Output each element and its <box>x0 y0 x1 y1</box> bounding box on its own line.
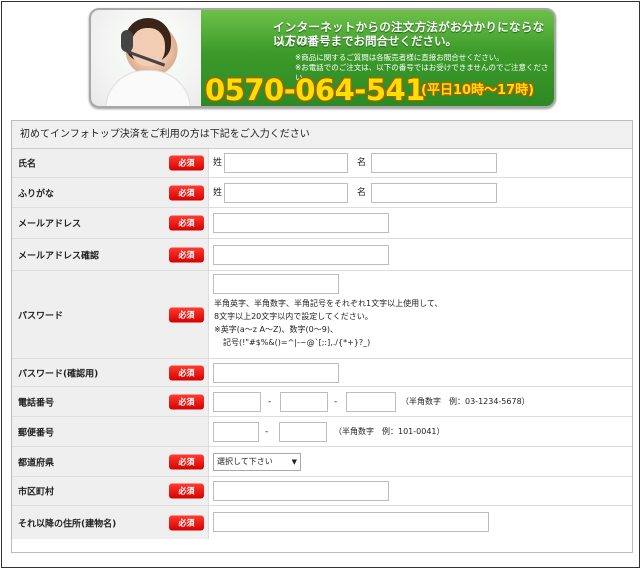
phone-hint: （半角数字 例：03-1234-5678） <box>401 397 530 406</box>
row-city: 市区町村 必須 <box>12 477 632 506</box>
row-phone: 電話番号 必須 - - （半角数字 例：03-1234-5678） <box>12 387 632 417</box>
kana-label: ふりがな <box>18 189 55 199</box>
phone-label: 電話番号 <box>18 398 55 408</box>
phone-separator-2: - <box>334 397 338 407</box>
support-phone-number: 0570-064-541 <box>205 73 425 107</box>
first-name-input[interactable] <box>371 153 497 173</box>
password-help-1: 半角英字、半角数字、半角記号をそれぞれ1文字以上使用して、 <box>214 299 443 308</box>
support-banner: インターネットからの注文方法がお分かりにならない方は、 以下の番号までお問合せく… <box>89 8 556 108</box>
row-kana: ふりがな 必須 姓 名 <box>12 178 632 208</box>
last-kana-caption: 姓 <box>213 188 223 198</box>
required-badge: 必須 <box>169 215 204 231</box>
zip-hint: （半角数字 例：101-0041） <box>334 427 445 436</box>
password-help-2: 8文字以上20文字以内で設定してください。 <box>214 312 373 321</box>
required-badge: 必須 <box>169 515 204 530</box>
required-badge: 必須 <box>169 155 204 171</box>
zip-separator: - <box>265 427 269 437</box>
last-name-caption: 姓 <box>213 158 223 168</box>
required-badge: 必須 <box>169 483 204 499</box>
prefecture-selected-value: 選択して下さい <box>217 457 273 466</box>
name-label: 氏名 <box>18 159 37 170</box>
required-badge: 必須 <box>169 394 204 409</box>
first-kana-input[interactable] <box>371 183 497 203</box>
row-email: メールアドレス 必須 <box>12 208 632 239</box>
page-frame: インターネットからの注文方法がお分かりにならない方は、 以下の番号までお問合せく… <box>1 1 640 568</box>
email-confirm-input[interactable] <box>213 245 389 265</box>
password-confirm-input[interactable] <box>213 363 339 383</box>
city-label: 市区町村 <box>18 487 55 498</box>
email-confirm-label: メールアドレス確認 <box>18 251 100 261</box>
email-label: メールアドレス <box>18 219 82 230</box>
city-input[interactable] <box>213 481 389 501</box>
phone-part-1-input[interactable] <box>213 392 261 412</box>
row-email-confirm: メールアドレス確認 必須 <box>12 239 632 271</box>
last-kana-input[interactable] <box>224 183 348 203</box>
password-help-3: ※英字(a～z A～Z)、数字(0～9)、 <box>214 325 338 334</box>
registration-form: 初めてインフォトップ決済をご利用の方は下記をご入力ください 氏名 必須 姓 名 … <box>11 120 633 553</box>
password-confirm-label: パスワード(確認用) <box>18 369 99 379</box>
form-header: 初めてインフォトップ決済をご利用の方は下記をご入力ください <box>12 121 632 149</box>
first-kana-caption: 名 <box>357 188 367 198</box>
headset-icon <box>121 30 133 52</box>
email-input[interactable] <box>213 213 389 233</box>
required-badge: 必須 <box>169 247 204 262</box>
zip-label: 郵便番号 <box>18 428 55 438</box>
zip-part-2-input[interactable] <box>279 422 327 442</box>
address-label: それ以降の住所(建物名) <box>18 519 117 529</box>
required-badge: 必須 <box>169 185 204 200</box>
row-name: 氏名 必須 姓 名 <box>12 149 632 178</box>
first-name-caption: 名 <box>357 158 367 168</box>
last-name-input[interactable] <box>224 153 348 173</box>
password-input[interactable] <box>213 274 339 294</box>
row-zip: 郵便番号 - （半角数字 例：101-0041） <box>12 417 632 447</box>
banner-note-1: ※商品に関するご質問は各販売者様に直接お問合せください。 <box>295 53 504 62</box>
zip-part-1-input[interactable] <box>213 422 259 442</box>
phone-part-3-input[interactable] <box>346 392 396 412</box>
password-help-4: 記号(!"#$%&()=^|-~@`[;:],./{*+}?_) <box>223 338 371 347</box>
row-password: パスワード 必須 半角英字、半角数字、半角記号をそれぞれ1文字以上使用して、 8… <box>12 271 632 359</box>
required-badge: 必須 <box>169 454 204 469</box>
address-input[interactable] <box>213 512 489 532</box>
row-prefecture: 都道府県 必須 選択して下さい ▼ <box>12 447 632 477</box>
support-hours: (平日10時～17時) <box>421 83 535 98</box>
password-label: パスワード <box>18 311 64 321</box>
prefecture-select[interactable]: 選択して下さい ▼ <box>213 453 301 471</box>
prefecture-label: 都道府県 <box>18 458 55 468</box>
chevron-down-icon: ▼ <box>291 458 297 466</box>
phone-part-2-input[interactable] <box>280 392 328 412</box>
row-address: それ以降の住所(建物名) 必須 <box>12 506 632 539</box>
phone-separator-1: - <box>268 397 272 407</box>
banner-headline-2: 以下の番号までお問合せください。 <box>273 34 457 48</box>
required-badge: 必須 <box>169 365 204 380</box>
required-badge: 必須 <box>169 307 204 322</box>
row-password-confirm: パスワード(確認用) 必須 <box>12 359 632 387</box>
